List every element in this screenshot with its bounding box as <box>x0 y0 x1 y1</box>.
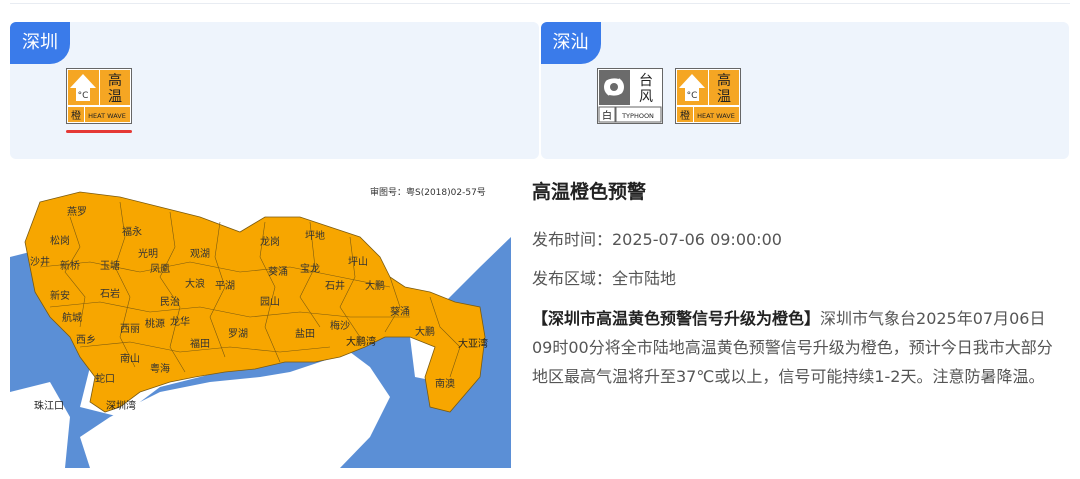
svg-text:°C: °C <box>78 91 89 101</box>
svg-text:松岗: 松岗 <box>50 234 70 247</box>
svg-text:福田: 福田 <box>190 337 210 350</box>
svg-text:观湖: 观湖 <box>190 248 210 260</box>
svg-text:福永: 福永 <box>122 225 142 238</box>
warning-headline: 【深圳市高温黄色预警信号升级为橙色】 <box>532 309 821 328</box>
svg-text:珠江口: 珠江口 <box>34 399 64 412</box>
svg-text:TYPHOON: TYPHOON <box>621 112 654 120</box>
svg-text:园山: 园山 <box>260 296 280 308</box>
warning-detail: 高温橙色预警 发布时间：2025-07-06 09:00:00 发布区域：全市陆… <box>532 178 1062 391</box>
top-divider <box>10 3 1070 4</box>
svg-text:沙井: 沙井 <box>30 255 50 268</box>
panel-shenzhen: 深圳 °C 高 温 橙 HEAT WAVE <box>10 22 539 159</box>
svg-text:石井: 石井 <box>325 279 345 292</box>
svg-text:西丽: 西丽 <box>120 324 140 335</box>
svg-text:南澳: 南澳 <box>435 377 455 390</box>
city-tag-shenzhen: 深圳 <box>10 22 70 64</box>
svg-text:大鹏: 大鹏 <box>365 279 385 292</box>
svg-text:光明: 光明 <box>138 247 158 260</box>
publish-area: 发布区域：全市陆地 <box>532 269 677 288</box>
warning-content: 【深圳市高温黄色预警信号升级为橙色】深圳市气象台2025年07月06日09时00… <box>532 304 1062 391</box>
svg-text:盐田: 盐田 <box>295 327 315 340</box>
heat-wave-orange-icon[interactable]: °C 高 温 橙 HEAT WAVE <box>674 68 741 124</box>
svg-text:葵涌: 葵涌 <box>268 266 288 278</box>
city-tag-shenshan: 深汕 <box>540 22 601 64</box>
svg-text:凤凰: 凤凰 <box>150 263 170 275</box>
svg-text:台: 台 <box>639 73 653 89</box>
svg-text:°C: °C <box>686 91 697 101</box>
svg-text:高: 高 <box>108 72 122 89</box>
svg-text:温: 温 <box>717 89 731 105</box>
svg-text:橙: 橙 <box>71 109 81 122</box>
map-approval-number: 审图号：粤S(2018)02-57号 <box>370 186 486 198</box>
svg-text:坪山: 坪山 <box>348 255 368 268</box>
svg-text:深圳湾: 深圳湾 <box>106 399 136 412</box>
heat-wave-orange-icon[interactable]: °C 高 温 橙 HEAT WAVE <box>66 68 132 133</box>
svg-text:大鹏: 大鹏 <box>415 325 435 338</box>
typhoon-white-icon[interactable]: 台 风 白 TYPHOON <box>596 68 663 124</box>
warning-icons-shenzhen: °C 高 温 橙 HEAT WAVE <box>66 68 132 133</box>
svg-text:风: 风 <box>639 89 653 105</box>
svg-text:桃源: 桃源 <box>145 317 165 330</box>
svg-text:HEAT WAVE: HEAT WAVE <box>697 112 735 120</box>
svg-text:龙华: 龙华 <box>170 315 190 328</box>
svg-text:HEAT WAVE: HEAT WAVE <box>88 112 126 120</box>
svg-text:粤海: 粤海 <box>150 362 170 375</box>
svg-text:燕罗: 燕罗 <box>67 206 87 218</box>
warning-title: 高温橙色预警 <box>532 181 647 203</box>
svg-text:白: 白 <box>602 109 612 122</box>
svg-text:石岩: 石岩 <box>100 287 120 300</box>
svg-text:坪地: 坪地 <box>305 229 325 242</box>
svg-text:西乡: 西乡 <box>76 334 96 346</box>
warning-area-map[interactable]: 燕罗 松岗 沙井 新桥 福永 玉塘 光明 石岩 新安 航城 西乡 凤凰 观湖 大… <box>10 177 511 468</box>
warning-panels: 深圳 °C 高 温 橙 HEAT WAVE 深汕 台 风 白 TYPHOON °… <box>10 22 1069 159</box>
svg-text:橙: 橙 <box>680 109 690 122</box>
svg-text:玉塘: 玉塘 <box>100 259 120 272</box>
svg-text:大亚湾: 大亚湾 <box>458 337 488 350</box>
svg-text:大浪: 大浪 <box>185 277 205 290</box>
svg-text:宝龙: 宝龙 <box>300 262 320 275</box>
svg-text:温: 温 <box>108 89 122 105</box>
svg-text:蛇口: 蛇口 <box>95 372 115 385</box>
svg-text:龙岗: 龙岗 <box>260 235 280 248</box>
svg-text:新安: 新安 <box>50 289 70 302</box>
svg-text:高: 高 <box>717 72 731 89</box>
svg-text:航城: 航城 <box>62 311 82 324</box>
svg-text:葵涌: 葵涌 <box>390 306 410 318</box>
publish-time: 发布时间：2025-07-06 09:00:00 <box>532 230 782 249</box>
svg-text:平湖: 平湖 <box>215 280 235 292</box>
svg-text:新桥: 新桥 <box>60 259 80 272</box>
svg-text:南山: 南山 <box>120 352 140 365</box>
warning-icons-shenshan: 台 风 白 TYPHOON °C 高 温 橙 HEAT WAVE <box>596 68 741 124</box>
svg-text:罗湖: 罗湖 <box>228 328 248 340</box>
svg-text:大鹏湾: 大鹏湾 <box>346 335 376 348</box>
svg-text:梅沙: 梅沙 <box>330 319 350 332</box>
panel-shenshan: 深汕 台 风 白 TYPHOON °C 高 温 橙 HEAT WAVE <box>540 22 1069 159</box>
svg-text:民治: 民治 <box>160 295 180 308</box>
